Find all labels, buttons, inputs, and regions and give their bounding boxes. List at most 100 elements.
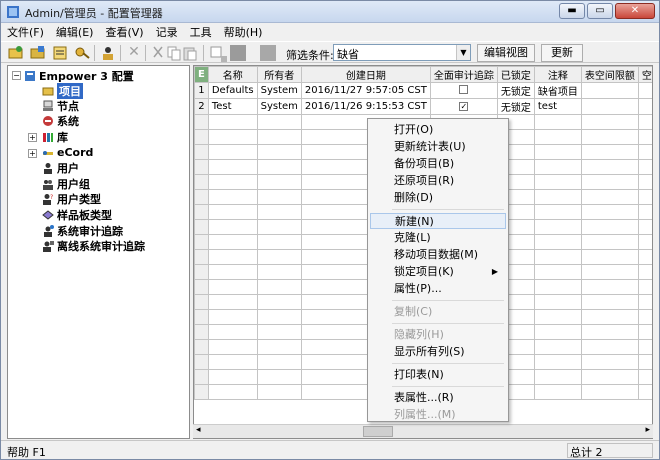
new-folder-icon[interactable] [7,44,25,62]
context-menu-item[interactable]: 打印表(N) [370,367,506,383]
context-menu: 打开(O) 更新统计表(U) 备份项目(B) 还原项目(R) 删除(D) 新建(N) 克隆(… [367,118,509,422]
menu-edit[interactable]: 编辑(E) [56,24,94,40]
checkbox-tool-icon[interactable] [209,44,227,62]
column-header[interactable]: 全面审计追踪 [429,66,498,83]
tree-item-users[interactable]: 用户 [42,160,79,175]
gray-block-icon[interactable] [259,44,277,62]
window-title: Admin/管理员 - 配置管理器 [25,7,163,20]
empty-cell [207,204,258,220]
cell-audit[interactable] [429,82,498,99]
properties-icon[interactable] [51,44,69,62]
tree-item-ecord[interactable]: eCord [42,145,93,160]
context-menu-item[interactable]: 新建(N) [370,213,506,229]
close-button[interactable]: ✕ [615,3,655,19]
scroll-thumb[interactable] [363,426,393,437]
user-icon [44,162,52,174]
empty-cell [207,234,258,250]
audit-checkbox[interactable] [459,84,469,94]
update-button[interactable]: 更新 [541,44,583,62]
tree-item-label: eCord [57,146,94,159]
cell-comment[interactable]: 缺省项目 [533,82,582,99]
open-icon[interactable] [29,44,47,62]
tree-item-label: 项目 [57,82,83,99]
select-all-cell[interactable]: E [194,66,209,83]
menu-record[interactable]: 记录 [156,24,178,40]
tree-item-plate-types[interactable]: 样品板类型 [42,207,112,222]
empty-cell [256,384,302,400]
context-menu-item[interactable]: 还原项目(R) [370,173,506,189]
tree-item-nodes[interactable]: 节点 [42,98,79,113]
title-bar: Admin/管理员 - 配置管理器 ▬ ▭ ✕ [1,1,659,23]
tree-root[interactable]: Empower 3 配置 [24,68,134,83]
column-header[interactable]: 注释 [533,66,582,83]
tree-item-label: 样品板类型 [57,208,112,222]
tree-item-user-types[interactable]: ? 用户类型 [42,191,101,206]
chevron-down-icon[interactable]: ▼ [456,45,470,60]
column-header[interactable]: 所有者 [256,66,302,83]
column-header[interactable]: 空闲表空 [637,66,652,83]
minimize-button[interactable]: ▬ [559,3,585,19]
empty-cell [207,249,258,265]
cell-owner[interactable]: System [256,82,302,99]
key-icon[interactable] [73,44,91,62]
context-menu-item[interactable]: 删除(D) [370,190,506,206]
menu-view[interactable]: 查看(V) [105,24,143,40]
cell-quota[interactable] [580,98,639,115]
context-menu-item[interactable]: 显示所有列(S) [370,344,506,360]
context-menu-item[interactable]: 备份项目(B) [370,156,506,172]
cell-created[interactable]: 2016/11/27 9:57:05 CST [300,82,431,99]
cell-owner[interactable]: System [256,98,302,115]
collapse-icon[interactable]: − [12,71,21,80]
empty-cell [207,369,258,385]
color-block-icon[interactable] [229,44,247,62]
cell-quota[interactable] [580,82,639,99]
filter-dropdown[interactable]: 缺省 ▼ [333,44,471,61]
user-icon[interactable] [99,44,117,62]
empty-cell [533,279,582,295]
column-header[interactable]: 已锁定 [496,66,535,83]
cell-locked[interactable]: 无锁定 [496,98,535,115]
context-menu-item[interactable]: 克隆(L) [370,230,506,246]
context-menu-item[interactable]: 打开(O) [370,122,506,138]
header-row: E 名称 所有者 创建日期 全面审计追踪 已锁定 注释 表空间限额 空闲表空 [194,66,652,83]
table-row[interactable]: 1 Defaults System 2016/11/27 9:57:05 CST… [194,82,652,99]
context-menu-item[interactable]: 移动项目数据(M) [370,247,506,263]
tree-item-user-groups[interactable]: 用户组 [42,176,90,191]
audit-checkbox-checked[interactable]: ✓ [459,102,469,111]
expand-icon[interactable]: + [28,149,37,158]
tree-item-projects[interactable]: 项目 [42,82,83,99]
context-menu-item[interactable]: 属性(P)... [370,281,506,297]
tree-item-library[interactable]: 库 [42,129,68,144]
cell-free[interactable] [637,98,652,115]
cell-locked[interactable]: 无锁定 [496,82,535,99]
empty-cell [207,279,258,295]
column-header[interactable]: 创建日期 [300,66,431,83]
maximize-button[interactable]: ▭ [587,3,613,19]
menu-tools[interactable]: 工具 [190,24,212,40]
expand-icon[interactable]: + [28,133,37,142]
column-header[interactable]: 名称 [207,66,258,83]
context-menu-item[interactable]: 表属性...(R) [370,390,506,406]
tree-item-system-audit[interactable]: 系统审计追踪 [42,223,123,238]
menu-help[interactable]: 帮助(H) [224,24,263,40]
edit-view-button[interactable]: 编辑视图 [477,44,535,62]
scroll-right-icon[interactable]: ▸ [645,425,650,435]
cell-name[interactable]: Test [207,98,258,115]
menu-file[interactable]: 文件(F) [7,24,44,40]
cell-comment[interactable]: test [533,98,582,115]
cell-created[interactable]: 2016/11/26 9:15:53 CST [300,98,431,115]
cell-name[interactable]: Defaults [207,82,258,99]
tree-item-systems[interactable]: 系统 [42,113,79,128]
table-row[interactable]: 2 Test System 2016/11/26 9:15:53 CST ✓ 无… [194,98,652,115]
horizontal-scrollbar[interactable]: ◂ ▸ [193,424,653,438]
cell-audit[interactable]: ✓ [429,98,498,115]
delete-icon[interactable]: ✕ [125,44,143,62]
context-menu-item[interactable]: 锁定项目(K) ▶ [370,264,506,280]
cell-free[interactable] [637,82,652,99]
tree-item-offline-audit[interactable]: 离线系统审计追踪 [42,238,145,253]
context-menu-item[interactable]: 更新统计表(U) [370,139,506,155]
column-header[interactable]: 表空间限额 [580,66,639,83]
paste-icon[interactable] [181,44,199,62]
scroll-left-icon[interactable]: ◂ [196,425,201,435]
config-tree[interactable]: − Empower 3 配置 项目 节点 系统 + 库 + eCord 用户 用… [7,65,190,439]
